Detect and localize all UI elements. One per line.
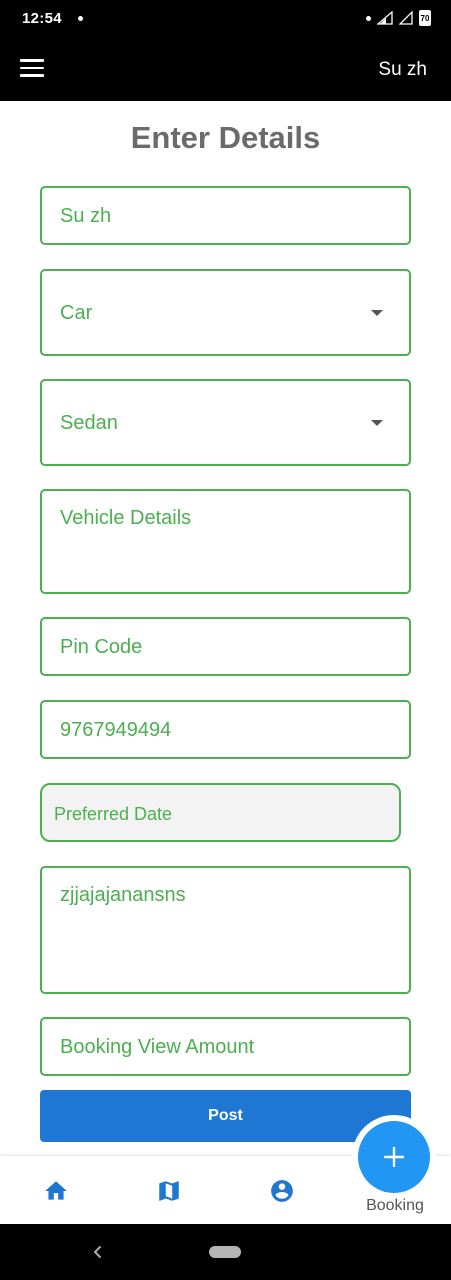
- vehicle-details-field[interactable]: Vehicle Details: [40, 489, 411, 594]
- nav-home-button[interactable]: [43, 1178, 69, 1204]
- vehicle-type-dropdown[interactable]: Car: [40, 269, 411, 356]
- home-icon: [45, 1181, 67, 1200]
- dot-icon: [366, 15, 371, 21]
- pin-code-field[interactable]: Pin Code: [40, 617, 411, 676]
- name-field-value: Su zh: [60, 205, 112, 227]
- signal-icon: [377, 11, 393, 25]
- battery-icon: 70: [419, 10, 431, 26]
- preferred-date-field[interactable]: Preferred Date: [40, 783, 401, 842]
- status-bar: 12:54 70: [0, 0, 451, 37]
- page-title: Enter Details: [130, 120, 321, 155]
- back-icon[interactable]: [90, 1242, 106, 1262]
- battery-level: 70: [420, 13, 430, 23]
- dropdown-arrow-icon: [371, 310, 383, 316]
- booking-fab-label: Booking: [366, 1197, 424, 1214]
- booking-amount-field[interactable]: Booking View Amount: [40, 1017, 411, 1076]
- signal-icon-2: [399, 11, 413, 25]
- booking-fab-button[interactable]: [358, 1121, 430, 1193]
- app-bar: Su zh: [0, 37, 451, 101]
- post-button[interactable]: Post: [40, 1090, 411, 1142]
- phone-field[interactable]: 9767949494: [40, 700, 411, 759]
- name-field[interactable]: Su zh: [40, 186, 411, 245]
- vehicle-class-value: Sedan: [60, 412, 118, 434]
- nav-account-button[interactable]: [269, 1178, 295, 1204]
- system-navigation-bar: [0, 1224, 451, 1280]
- notification-dot-icon: [78, 16, 83, 21]
- vehicle-details-placeholder: Vehicle Details: [60, 507, 192, 529]
- pin-code-placeholder: Pin Code: [60, 636, 143, 658]
- preferred-date-placeholder: Preferred Date: [54, 804, 173, 824]
- status-time: 12:54: [22, 10, 62, 27]
- vehicle-class-dropdown[interactable]: Sedan: [40, 379, 411, 466]
- app-bar-user-name: Su zh: [378, 59, 427, 80]
- phone-field-value: 9767949494: [60, 719, 172, 741]
- plus-icon: [383, 1146, 405, 1168]
- hamburger-menu-icon[interactable]: [20, 59, 44, 79]
- account-circle-icon: [271, 1180, 293, 1202]
- dropdown-arrow-icon: [371, 420, 383, 426]
- status-icons: 70: [366, 10, 431, 26]
- map-icon: [159, 1181, 179, 1201]
- booking-amount-placeholder: Booking View Amount: [60, 1036, 255, 1058]
- nav-map-button[interactable]: [156, 1178, 182, 1204]
- home-pill-button[interactable]: [209, 1246, 241, 1258]
- notes-field[interactable]: zjjajajanansns: [40, 866, 411, 994]
- vehicle-type-value: Car: [60, 302, 93, 324]
- notes-field-value: zjjajajanansns: [60, 884, 186, 906]
